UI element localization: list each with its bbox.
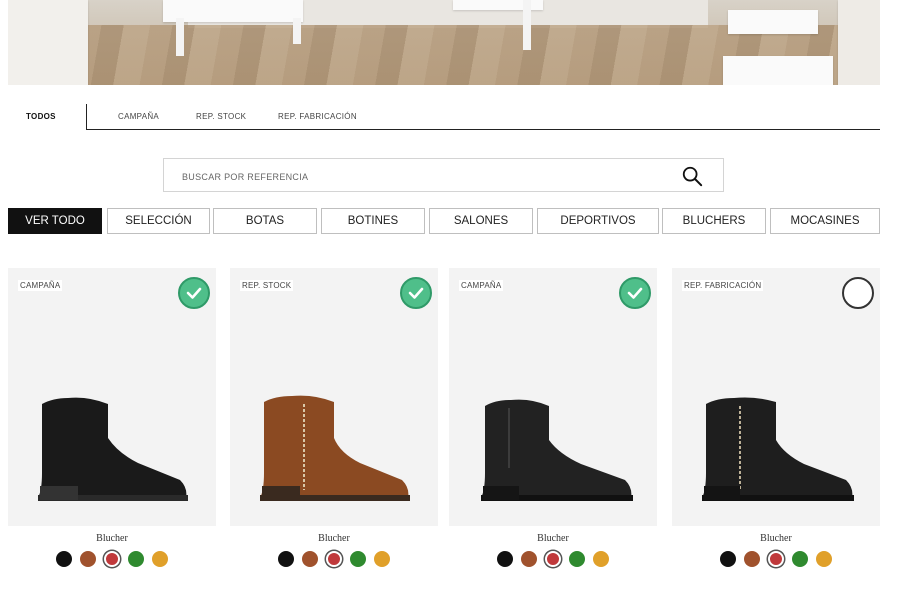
select-check-icon[interactable] [619, 277, 651, 309]
color-swatch[interactable] [152, 551, 168, 567]
product-card[interactable]: REP. STOCK Blucher [230, 268, 438, 567]
color-swatch[interactable] [792, 551, 808, 567]
product-tag: REP. FABRICACIÓN [682, 280, 764, 291]
color-swatch[interactable] [350, 551, 366, 567]
color-swatches [8, 551, 216, 567]
color-swatch[interactable] [744, 551, 760, 567]
color-swatch[interactable] [302, 551, 318, 567]
tab-rep-fabricacion[interactable]: REP. FABRICACIÓN [278, 112, 357, 121]
color-swatch[interactable] [768, 551, 784, 567]
color-swatch[interactable] [374, 551, 390, 567]
color-swatch[interactable] [278, 551, 294, 567]
color-swatch[interactable] [56, 551, 72, 567]
hero-banner [8, 0, 880, 85]
product-image[interactable]: REP. FABRICACIÓN [672, 268, 880, 526]
color-swatch[interactable] [593, 551, 609, 567]
product-name: Blucher [537, 533, 569, 544]
tab-todos[interactable]: TODOS [26, 112, 56, 121]
color-swatch[interactable] [720, 551, 736, 567]
tab-rep-stock[interactable]: REP. STOCK [196, 112, 246, 121]
filter-seleccion[interactable]: SELECCIÓN [107, 208, 210, 234]
color-swatch[interactable] [326, 551, 342, 567]
color-swatches [672, 551, 880, 567]
product-card[interactable]: REP. FABRICACIÓN Blucher [672, 268, 880, 567]
filter-salones[interactable]: SALONES [429, 208, 533, 234]
color-swatch[interactable] [128, 551, 144, 567]
category-tabs: TODOS CAMPAÑA REP. STOCK REP. FABRICACIÓ… [8, 104, 880, 130]
color-swatches [449, 551, 657, 567]
filter-bluchers[interactable]: BLUCHERS [662, 208, 766, 234]
product-card[interactable]: CAMPAÑA Blucher [449, 268, 657, 567]
select-check-icon[interactable] [178, 277, 210, 309]
color-swatches [230, 551, 438, 567]
search-input[interactable] [180, 167, 664, 187]
product-name: Blucher [96, 533, 128, 544]
product-tag: REP. STOCK [240, 280, 294, 291]
filter-ver-todo[interactable]: VER TODO [8, 208, 102, 234]
filter-mocasines[interactable]: MOCASINES [770, 208, 880, 234]
product-tag: CAMPAÑA [18, 280, 63, 291]
product-image[interactable]: REP. STOCK [230, 268, 438, 526]
product-tag: CAMPAÑA [459, 280, 504, 291]
search-icon[interactable] [681, 165, 703, 187]
product-image[interactable]: CAMPAÑA [8, 268, 216, 526]
product-name: Blucher [318, 533, 350, 544]
color-swatch[interactable] [104, 551, 120, 567]
color-swatch[interactable] [816, 551, 832, 567]
search-bar [163, 158, 724, 192]
tab-campana[interactable]: CAMPAÑA [118, 112, 159, 121]
filter-deportivos[interactable]: DEPORTIVOS [537, 208, 659, 234]
color-swatch[interactable] [521, 551, 537, 567]
color-swatch[interactable] [80, 551, 96, 567]
product-image[interactable]: CAMPAÑA [449, 268, 657, 526]
color-swatch[interactable] [497, 551, 513, 567]
product-card[interactable]: CAMPAÑA Blucher [8, 268, 216, 567]
product-name: Blucher [760, 533, 792, 544]
filter-botines[interactable]: BOTINES [321, 208, 425, 234]
color-swatch[interactable] [569, 551, 585, 567]
filter-botas[interactable]: BOTAS [213, 208, 317, 234]
select-circle-icon[interactable] [842, 277, 874, 309]
select-check-icon[interactable] [400, 277, 432, 309]
color-swatch[interactable] [545, 551, 561, 567]
